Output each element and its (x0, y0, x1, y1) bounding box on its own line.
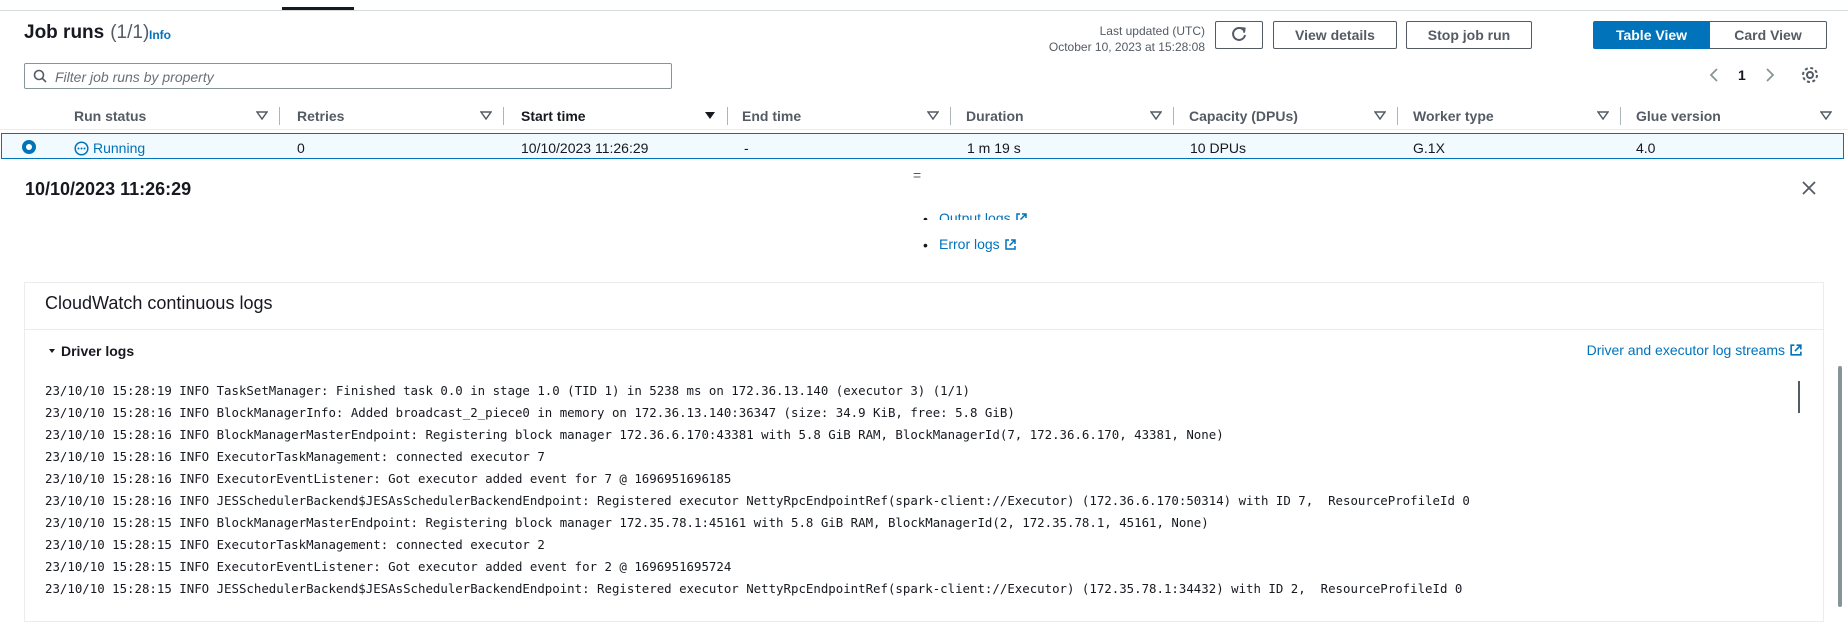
column-separator[interactable] (950, 107, 951, 125)
info-link[interactable]: Info (149, 28, 171, 42)
gear-icon[interactable] (1800, 65, 1820, 85)
table-view-toggle[interactable]: Table View (1593, 21, 1710, 49)
last-updated-value: October 10, 2023 at 15:28:08 (1048, 40, 1205, 54)
column-header-worker-type[interactable]: Worker type (1399, 103, 1621, 129)
external-link-icon (1790, 344, 1802, 356)
log-streams-link[interactable]: Driver and executor log streams (1587, 342, 1803, 358)
duration-cell: 1 m 19 s (967, 140, 1021, 156)
column-label: Retries (297, 108, 345, 124)
retries-cell: 0 (297, 140, 305, 156)
column-label: End time (742, 108, 802, 124)
current-page-number[interactable]: 1 (1738, 67, 1746, 83)
status-in-progress-icon (74, 140, 89, 156)
external-link-icon (1004, 238, 1016, 250)
caret-down-icon (49, 349, 55, 353)
log-line: 23/10/10 15:28:15 INFO ExecutorTaskManag… (45, 537, 545, 552)
chevron-left-icon[interactable] (1707, 66, 1721, 84)
log-line: 23/10/10 15:28:15 INFO ExecutorEventList… (45, 559, 732, 574)
column-separator[interactable] (1620, 107, 1621, 125)
sort-caret-icon (1597, 111, 1609, 121)
end-time-cell: - (744, 140, 749, 156)
sort-caret-icon (927, 111, 939, 121)
column-label: Capacity (DPUs) (1189, 108, 1298, 124)
refresh-icon (1232, 26, 1246, 41)
column-header-glue-version[interactable]: Glue version (1622, 103, 1832, 129)
row-select-radio[interactable] (22, 140, 36, 154)
list-bullet: • (923, 237, 928, 253)
column-header-duration[interactable]: Duration (952, 103, 1174, 129)
column-separator[interactable] (1173, 107, 1174, 125)
top-tab-strip (0, 0, 1848, 11)
output-logs-link[interactable]: Output logs (939, 210, 1028, 220)
page-title: Job runs (1/1) (24, 22, 149, 44)
sort-descending-icon (705, 112, 715, 119)
view-details-button[interactable]: View details (1273, 21, 1397, 49)
table-row[interactable] (1, 133, 1844, 159)
log-line: 23/10/10 15:28:16 INFO ExecutorTaskManag… (45, 449, 545, 464)
chevron-right-icon[interactable] (1763, 66, 1777, 84)
log-line: 23/10/10 15:28:16 INFO ExecutorEventList… (45, 471, 732, 486)
error-logs-label: Error logs (939, 236, 1000, 252)
column-separator[interactable] (503, 107, 504, 125)
search-icon (33, 69, 47, 83)
column-header-end-time[interactable]: End time (729, 103, 951, 129)
column-separator[interactable] (1397, 107, 1398, 125)
external-link-icon (1015, 212, 1027, 220)
column-header-run-status[interactable]: Run status (58, 103, 280, 129)
column-header-start-time[interactable]: Start time (505, 103, 728, 129)
filter-box (24, 63, 672, 89)
column-header-capacity[interactable]: Capacity (DPUs) (1175, 103, 1398, 129)
log-scrollbar[interactable] (1798, 381, 1800, 413)
card-view-toggle[interactable]: Card View (1709, 21, 1827, 49)
glue-version-cell: 4.0 (1636, 140, 1656, 156)
sort-caret-icon (1374, 111, 1386, 121)
log-line: 23/10/10 15:28:19 INFO TaskSetManager: F… (45, 383, 971, 398)
log-line: 23/10/10 15:28:16 INFO JESSchedulerBacke… (45, 493, 1470, 508)
driver-logs-label: Driver logs (61, 343, 135, 359)
run-status-text[interactable]: Running (93, 140, 145, 156)
worker-type-cell: G.1X (1413, 140, 1445, 156)
column-label: Duration (966, 108, 1024, 124)
active-tab-indicator (282, 7, 354, 10)
column-header-retries[interactable]: Retries (281, 103, 504, 129)
driver-log-output[interactable]: 23/10/10 15:28:19 INFO TaskSetManager: F… (45, 380, 1785, 607)
split-panel-resize-handle[interactable]: = (913, 167, 921, 183)
log-line: 23/10/10 15:28:16 INFO BlockManagerMaste… (45, 427, 1224, 442)
sort-caret-icon (480, 111, 492, 121)
start-time-cell: 10/10/2023 11:26:29 (521, 140, 649, 156)
close-icon[interactable] (1801, 180, 1817, 196)
capacity-cell: 10 DPUs (1190, 140, 1247, 156)
column-label: Start time (521, 108, 586, 124)
column-label: Run status (74, 108, 147, 124)
sort-caret-icon (1150, 111, 1162, 121)
column-label: Worker type (1413, 108, 1494, 124)
page-scrollbar[interactable] (1838, 366, 1842, 607)
job-runs-count: (1/1) (110, 22, 150, 43)
column-separator[interactable] (279, 107, 280, 125)
log-line: 23/10/10 15:28:16 INFO BlockManagerInfo:… (45, 405, 1015, 420)
last-updated-label: Last updated (UTC) (1099, 24, 1205, 38)
cloudwatch-title: CloudWatch continuous logs (45, 293, 273, 313)
error-logs-link[interactable]: Error logs (939, 236, 1017, 252)
last-updated: Last updated (UTC) October 10, 2023 at 1… (1049, 23, 1205, 55)
column-label: Glue version (1636, 108, 1721, 124)
log-line: 23/10/10 15:28:15 INFO BlockManagerMaste… (45, 515, 1209, 530)
list-bullet: • (923, 211, 928, 220)
page-title-text: Job runs (24, 22, 105, 43)
divider (25, 329, 1823, 330)
sort-caret-icon (256, 111, 268, 121)
output-logs-clip: • Output logs (0, 208, 1848, 220)
table-header: Run status Retries Start time End time D… (0, 103, 1848, 130)
stop-job-run-button[interactable]: Stop job run (1406, 21, 1532, 49)
run-status-cell[interactable]: Running (74, 140, 145, 156)
driver-logs-toggle[interactable]: Driver logs (49, 343, 134, 359)
filter-input[interactable] (53, 66, 657, 88)
log-streams-label: Driver and executor log streams (1586, 342, 1785, 358)
log-line: 23/10/10 15:28:15 INFO JESSchedulerBacke… (45, 581, 1463, 596)
output-logs-label: Output logs (939, 210, 1011, 220)
split-panel-title: 10/10/2023 11:26:29 (25, 179, 192, 199)
column-separator[interactable] (727, 107, 728, 125)
sort-caret-icon (1820, 111, 1832, 121)
refresh-button[interactable] (1215, 21, 1263, 49)
